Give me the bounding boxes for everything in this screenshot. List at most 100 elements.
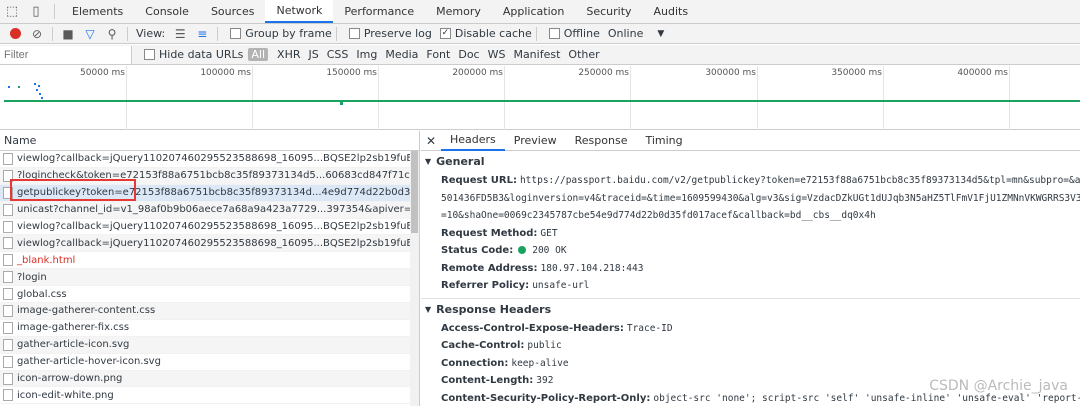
request-name: image-gatherer-fix.css — [17, 322, 130, 334]
name-column-header[interactable]: Name — [0, 131, 419, 151]
event-marker — [340, 102, 343, 105]
status-ok-icon — [518, 246, 527, 254]
request-name: icon-edit-white.png — [17, 389, 114, 401]
general-title: General — [436, 155, 485, 168]
device-toolbar-icon[interactable]: ▯ — [24, 0, 48, 23]
watermark-text: CSDN @Archie_java — [929, 378, 1068, 394]
filter-media[interactable]: Media — [385, 48, 418, 61]
network-overview[interactable]: 50000 ms 100000 ms 150000 ms 200000 ms 2… — [0, 66, 1080, 130]
tick-line: 400000 ms — [957, 66, 1010, 130]
request-name: viewlog?callback=jQuery11020746029552358… — [17, 237, 419, 249]
file-icon — [3, 321, 13, 334]
group-by-frame-checkbox[interactable]: Group by frame — [230, 27, 332, 40]
request-row[interactable]: unicast?channel_id=v1_98af0b9b06aece7a68… — [0, 201, 419, 219]
filter-other[interactable]: Other — [568, 48, 599, 61]
request-name: _blank.html — [17, 254, 76, 266]
waterfall-icon: ≡ — [197, 26, 208, 41]
disable-cache-checkbox[interactable]: ✓ Disable cache — [439, 27, 532, 40]
tab-audits[interactable]: Audits — [643, 0, 700, 23]
tab-response[interactable]: Response — [566, 131, 637, 151]
record-button[interactable] — [4, 25, 26, 43]
request-row[interactable]: viewlog?callback=jQuery11020746029552358… — [0, 151, 419, 168]
hide-data-urls-checkbox[interactable]: Hide data URLs — [144, 48, 243, 61]
offline-checkbox[interactable]: Offline — [548, 27, 600, 40]
request-row[interactable]: image-gatherer-content.css — [0, 303, 419, 320]
tab-console[interactable]: Console — [134, 0, 200, 23]
request-row[interactable]: _blank.html — [0, 252, 419, 270]
file-icon — [3, 237, 13, 250]
tick-line: 50000 ms — [80, 66, 127, 130]
request-row[interactable]: icon-arrow-down.png — [0, 370, 419, 388]
dropdown-arrow-icon[interactable]: ▼ — [657, 29, 664, 39]
tick-line: 150000 ms — [326, 66, 379, 130]
tab-performance[interactable]: Performance — [333, 0, 425, 23]
filter-doc[interactable]: Doc — [458, 48, 479, 61]
file-icon — [3, 338, 13, 351]
tab-elements[interactable]: Elements — [61, 0, 134, 23]
status-code-key: Status Code: — [441, 245, 514, 256]
request-list-scrollbar[interactable] — [410, 151, 419, 406]
large-rows-button[interactable]: ☰ — [169, 25, 191, 43]
tick-line: 200000 ms — [452, 66, 505, 130]
filter-js[interactable]: JS — [309, 48, 319, 61]
header-key: Access-Control-Expose-Headers: — [441, 322, 624, 334]
request-row[interactable]: gather-article-hover-icon.svg — [0, 354, 419, 371]
filter-ws[interactable]: WS — [488, 48, 506, 61]
preserve-log-checkbox[interactable]: Preserve log — [348, 27, 432, 40]
referrer-policy-value: unsafe-url — [532, 280, 590, 291]
filter-css[interactable]: CSS — [327, 48, 349, 61]
request-row[interactable]: image-gatherer-fix.css — [0, 320, 419, 337]
request-url-continued: =10&shaOne=0069c2345787cbe54e9d774d22b0d… — [441, 210, 876, 221]
tab-headers[interactable]: Headers — [441, 131, 505, 151]
filter-input[interactable] — [0, 45, 132, 64]
filter-font[interactable]: Font — [426, 48, 450, 61]
request-row[interactable]: global.css — [0, 286, 419, 304]
scrollbar-thumb[interactable] — [411, 151, 418, 233]
inspect-element-icon[interactable]: ⬚ — [0, 0, 24, 23]
tab-preview[interactable]: Preview — [505, 131, 566, 151]
request-row[interactable]: ?login — [0, 269, 419, 287]
filter-manifest[interactable]: Manifest — [513, 48, 560, 61]
tab-timing[interactable]: Timing — [636, 131, 691, 151]
tick-line: 100000 ms — [200, 66, 253, 130]
toolbar-separator — [335, 26, 337, 41]
header-key: Connection: — [441, 357, 509, 369]
remote-address-key: Remote Address: — [441, 262, 538, 274]
file-icon — [3, 389, 13, 402]
close-icon[interactable]: ✕ — [421, 134, 441, 148]
tick-label: 350000 ms — [831, 68, 882, 78]
filter-toggle-button[interactable]: ▽ — [79, 25, 101, 43]
general-section-toggle[interactable]: ▼ General — [421, 155, 1080, 168]
highlight-box — [10, 179, 136, 201]
search-button[interactable]: ⚲ — [101, 25, 123, 43]
response-headers-section-toggle[interactable]: ▼ Response Headers — [421, 303, 1080, 316]
file-icon — [3, 152, 13, 165]
throttling-select[interactable]: Online — [608, 27, 643, 40]
filter-xhr[interactable]: XHR — [277, 48, 300, 61]
filter-img[interactable]: Img — [356, 48, 377, 61]
screenshot-button[interactable]: ■ — [57, 25, 79, 43]
tab-application[interactable]: Application — [492, 0, 575, 23]
tick-label: 400000 ms — [957, 68, 1008, 78]
tab-network[interactable]: Network — [265, 0, 334, 23]
tick-line: 300000 ms — [705, 66, 758, 130]
request-name: ?login — [17, 271, 47, 283]
request-row[interactable]: viewlog?callback=jQuery11020746029552358… — [0, 235, 419, 253]
filter-all-button[interactable]: All — [248, 48, 269, 61]
file-icon — [3, 288, 13, 301]
request-name: gather-article-icon.svg — [17, 339, 130, 351]
toolbar-separator — [535, 26, 537, 41]
tab-memory[interactable]: Memory — [425, 0, 492, 23]
request-row[interactable]: viewlog?callback=jQuery11020746029552358… — [0, 219, 419, 236]
request-url-continued: 501436FD5B3&loginversion=v4&traceid=&tim… — [441, 192, 1080, 204]
request-row[interactable]: icon-edit-white.png — [0, 387, 419, 405]
file-icon — [3, 355, 13, 368]
request-row[interactable]: gather-article-icon.svg — [0, 336, 419, 354]
filter-bar: Hide data URLs All XHR JS CSS Img Media … — [0, 45, 1080, 65]
tab-sources[interactable]: Sources — [200, 0, 266, 23]
tab-security[interactable]: Security — [575, 0, 642, 23]
overview-button[interactable]: ≡ — [191, 25, 213, 43]
clear-button[interactable]: ⊘ — [26, 25, 48, 43]
tick-line: 350000 ms — [831, 66, 884, 130]
tick-label: 50000 ms — [80, 68, 125, 78]
